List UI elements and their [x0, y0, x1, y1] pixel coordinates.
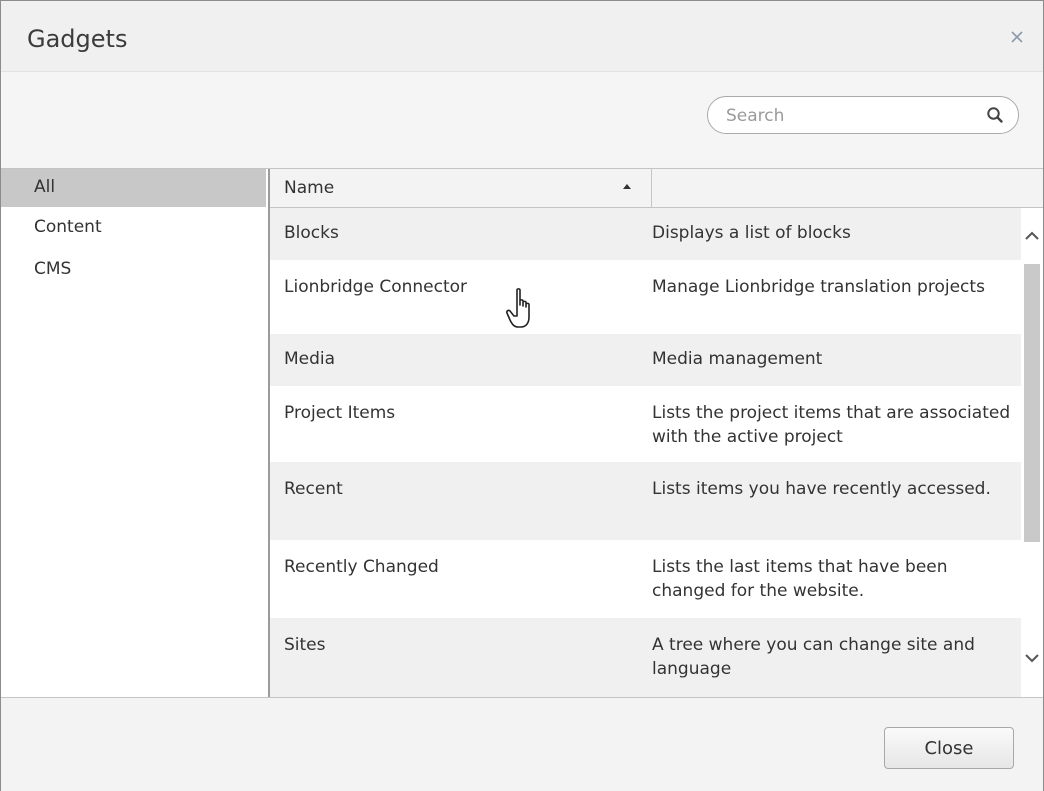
category-label: CMS — [34, 259, 72, 279]
column-header-name[interactable]: Name — [270, 169, 652, 207]
gadget-name: Recently Changed — [284, 557, 439, 577]
category-label: Content — [34, 217, 102, 237]
gadgets-grid: Name Blocks Displays a list of blocks Li… — [270, 169, 1043, 697]
chevron-down-icon[interactable] — [1024, 650, 1040, 664]
column-header-label: Name — [284, 178, 335, 198]
search-input[interactable] — [724, 104, 978, 128]
gadget-description: Displays a list of blocks — [652, 223, 851, 243]
gadget-name: Recent — [284, 479, 343, 499]
table-row[interactable]: Lionbridge Connector Manage Lionbridge t… — [270, 260, 1021, 334]
dialog-toolbar — [1, 72, 1043, 169]
close-icon[interactable] — [1009, 29, 1025, 45]
grid-rows: Blocks Displays a list of blocks Lionbri… — [270, 208, 1021, 697]
category-content[interactable]: Content — [1, 209, 266, 247]
chevron-up-icon[interactable] — [1024, 228, 1040, 242]
gadget-name: Sites — [284, 635, 326, 655]
scrollbar-thumb[interactable] — [1024, 264, 1040, 542]
dialog-footer: Close — [1, 697, 1043, 791]
category-sidebar: All Content CMS — [1, 169, 270, 697]
category-all[interactable]: All — [1, 169, 266, 207]
gadget-description: Lists items you have recently accessed. — [652, 479, 991, 499]
dialog-titlebar: Gadgets — [1, 1, 1043, 72]
table-row[interactable]: Sites A tree where you can change site a… — [270, 618, 1021, 697]
search-icon[interactable] — [986, 106, 1004, 124]
grid-header: Name — [270, 169, 1043, 208]
gadget-description: Lists the project items that are associa… — [652, 403, 1011, 447]
table-row[interactable]: Project Items Lists the project items th… — [270, 386, 1021, 462]
category-label: All — [34, 177, 56, 197]
gadget-name: Media — [284, 349, 336, 369]
vertical-scrollbar[interactable] — [1021, 208, 1043, 697]
sort-ascending-icon — [623, 184, 631, 189]
table-row[interactable]: Media Media management — [270, 334, 1021, 386]
dialog-title: Gadgets — [27, 25, 128, 53]
gadget-description: A tree where you can change site and lan… — [652, 635, 975, 679]
gadget-description: Media management — [652, 349, 823, 369]
gadget-name: Blocks — [284, 223, 339, 243]
search-box — [707, 96, 1019, 134]
table-row[interactable]: Recently Changed Lists the last items th… — [270, 540, 1021, 618]
category-cms[interactable]: CMS — [1, 251, 266, 289]
gadgets-dialog: Gadgets All Content CMS Name — [0, 0, 1044, 791]
gadget-description: Manage Lionbridge translation projects — [652, 277, 985, 297]
gadget-name: Project Items — [284, 403, 396, 423]
table-row[interactable]: Blocks Displays a list of blocks — [270, 208, 1021, 260]
gadget-description: Lists the last items that have been chan… — [652, 557, 948, 601]
gadget-name: Lionbridge Connector — [284, 277, 467, 297]
table-row[interactable]: Recent Lists items you have recently acc… — [270, 462, 1021, 540]
close-button[interactable]: Close — [884, 727, 1014, 769]
